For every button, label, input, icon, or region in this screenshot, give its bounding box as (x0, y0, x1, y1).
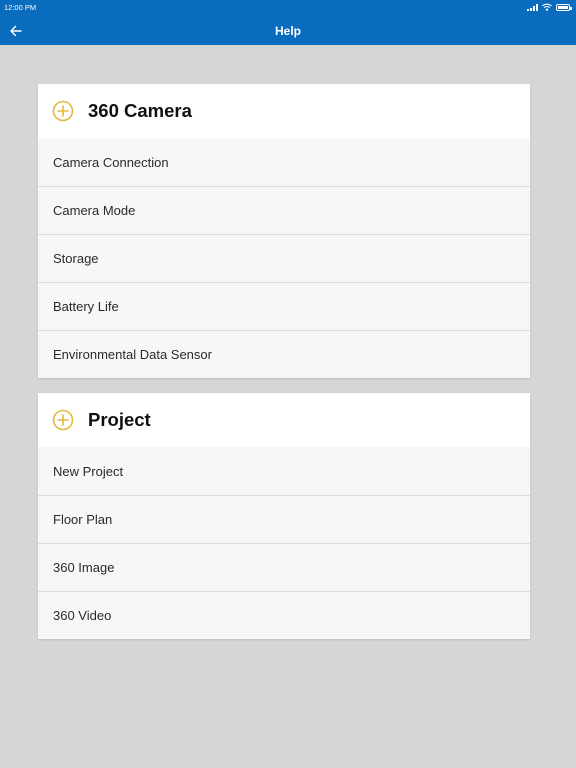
page-title: Help (274, 24, 301, 38)
section-header-360-camera[interactable]: 360 Camera (38, 84, 530, 138)
status-icons (527, 3, 572, 11)
status-time: 12:00 PM (4, 3, 37, 12)
section-header-project[interactable]: Project (38, 393, 530, 447)
help-item-environmental-data-sensor[interactable]: Environmental Data Sensor (38, 330, 530, 378)
help-item-360-video[interactable]: 360 Video (38, 591, 530, 639)
section-title: Project (88, 409, 151, 430)
help-item-camera-connection[interactable]: Camera Connection (38, 138, 530, 186)
section-title: 360 Camera (88, 100, 192, 121)
help-section-360-camera: 360 Camera Camera Connection Camera Mode… (38, 84, 530, 378)
battery-icon (556, 3, 572, 11)
help-item-new-project[interactable]: New Project (38, 447, 530, 495)
wifi-icon (542, 3, 552, 11)
help-item-storage[interactable]: Storage (38, 234, 530, 282)
cellular-signal-icon (527, 3, 538, 11)
help-item-360-image[interactable]: 360 Image (38, 543, 530, 591)
help-item-battery-life[interactable]: Battery Life (38, 282, 530, 330)
help-item-floor-plan[interactable]: Floor Plan (38, 495, 530, 543)
app-bar: 12:00 PM Help (0, 0, 576, 45)
help-section-project: Project New Project Floor Plan 360 Image… (38, 393, 530, 639)
plus-circle-icon (52, 409, 74, 431)
help-item-camera-mode[interactable]: Camera Mode (38, 186, 530, 234)
plus-circle-icon (52, 100, 74, 122)
